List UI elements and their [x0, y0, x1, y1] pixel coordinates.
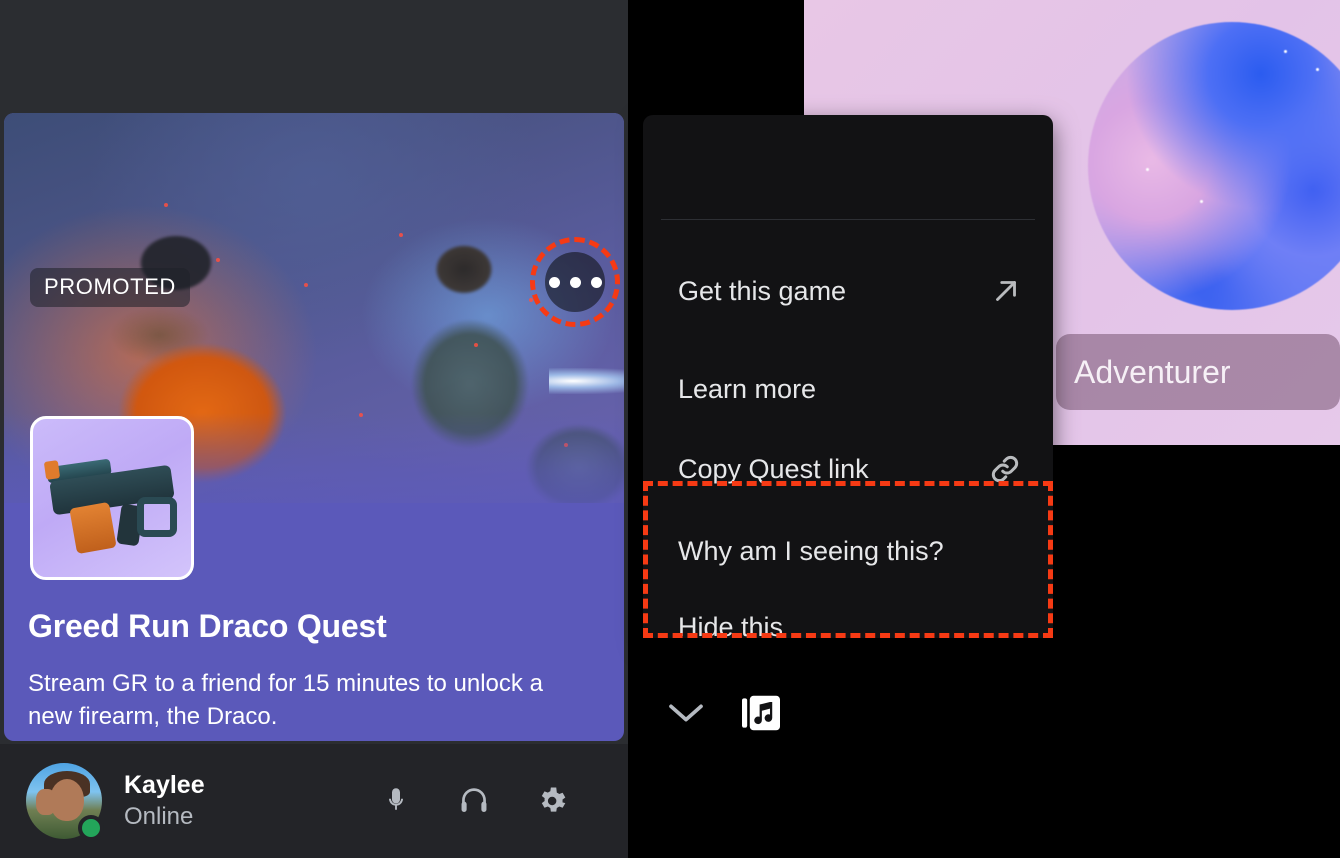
music-album-icon[interactable]: [739, 693, 783, 733]
artwork-spark: [164, 203, 168, 207]
adventurer-badge: Adventurer: [1056, 334, 1340, 410]
firearm-stock-icon: [137, 497, 177, 537]
promoted-badge: PROMOTED: [30, 268, 190, 307]
menu-item-copy-quest-link[interactable]: Copy Quest link: [643, 441, 1053, 497]
headphones-icon[interactable]: [453, 780, 495, 822]
dot-icon: [569, 276, 581, 288]
menu-item-label: Get this game: [678, 275, 847, 306]
chevron-down-icon[interactable]: [663, 692, 709, 734]
menu-divider: [661, 219, 1035, 220]
menu-item-label: Learn more: [678, 373, 817, 404]
menu-item-label: Why am I seeing this?: [678, 535, 944, 566]
left-sidebar: PROMOTED Greed Run Draco Quest Stream GR…: [0, 0, 628, 858]
menu-item-why-am-i-seeing-this[interactable]: Why am I seeing this?: [643, 523, 1053, 579]
status-badge: [78, 815, 104, 841]
menu-item-hide-this[interactable]: Hide this You can find this again in Use…: [643, 596, 1053, 638]
sphere-star: [1146, 168, 1149, 171]
quest-card[interactable]: PROMOTED Greed Run Draco Quest Stream GR…: [4, 113, 624, 741]
avatar-hand: [36, 789, 56, 815]
avatar[interactable]: [26, 763, 104, 841]
artwork-muzzle-flash: [549, 368, 624, 394]
menu-item-learn-more[interactable]: Learn more: [643, 361, 1053, 417]
user-identity[interactable]: Kaylee Online: [124, 770, 205, 832]
user-panel: Kaylee Online: [0, 744, 628, 858]
user-action-buttons: [375, 780, 573, 822]
dot-icon: [590, 276, 602, 288]
quest-title: Greed Run Draco Quest: [28, 608, 387, 644]
menu-item-get-this-game[interactable]: Get this game: [643, 263, 1053, 319]
quest-description: Stream GR to a friend for 15 minutes to …: [28, 670, 543, 730]
firearm-muzzle-icon: [43, 460, 61, 480]
sphere-star: [1316, 68, 1319, 71]
artwork-spark: [216, 258, 220, 262]
user-status: Online: [124, 803, 194, 831]
artwork-spark: [529, 298, 533, 302]
app-root: PROMOTED Greed Run Draco Quest Stream GR…: [0, 0, 1340, 858]
artwork-spark: [304, 283, 308, 287]
microphone-icon[interactable]: [375, 780, 417, 822]
gear-icon[interactable]: [531, 780, 573, 822]
quest-context-menu: Get this game Learn more Copy Quest link: [643, 115, 1053, 638]
artwork-spark: [474, 343, 478, 347]
sphere-star: [1284, 50, 1287, 53]
link-icon: [987, 451, 1023, 487]
external-link-icon: [989, 274, 1023, 308]
more-options-button[interactable]: [545, 252, 605, 312]
dot-icon: [548, 276, 560, 288]
artwork-spark: [399, 233, 403, 237]
firearm-magazine-icon: [69, 501, 117, 555]
menu-item-label: Copy Quest link: [678, 453, 869, 484]
gradient-sphere-icon: [1088, 22, 1340, 310]
sphere-star: [1200, 200, 1203, 203]
menu-item-label: Hide this: [678, 612, 784, 638]
user-name: Kaylee: [124, 770, 205, 799]
reward-firearm-thumbnail: [30, 416, 194, 580]
